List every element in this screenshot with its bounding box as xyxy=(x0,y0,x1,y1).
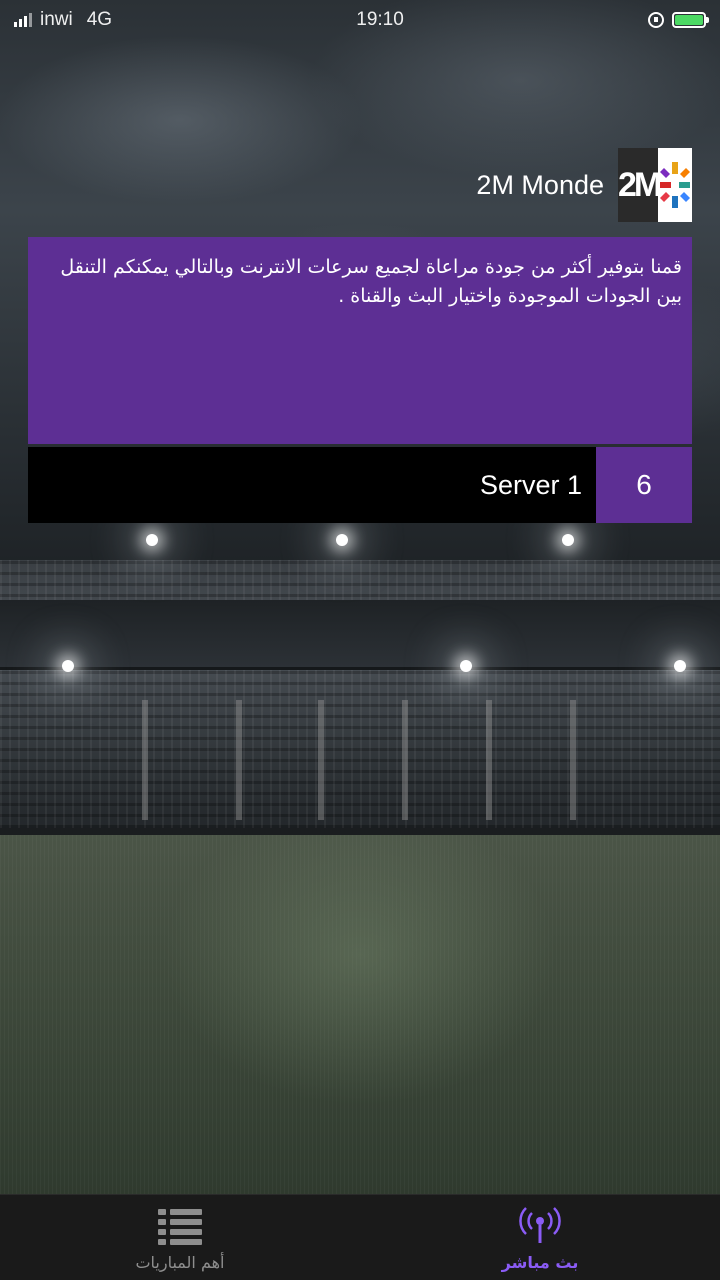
server-number: 6 xyxy=(636,469,652,500)
broadcast-icon xyxy=(518,1207,562,1245)
tab-top-matches[interactable]: أهم المباريات xyxy=(0,1195,360,1280)
server-label: Server 1 xyxy=(479,469,582,500)
status-right xyxy=(647,12,709,28)
list-icon xyxy=(158,1207,202,1245)
stand-aisle xyxy=(486,700,492,820)
description-box: قمنا بتوفير أكثر من جودة مراعاة لجميع سر… xyxy=(28,237,692,444)
2m-star-logo-icon xyxy=(658,148,692,222)
tab-live-broadcast[interactable]: بث مباشر xyxy=(360,1195,720,1280)
floodlight xyxy=(460,660,472,672)
stadium-roof xyxy=(0,600,720,670)
football-pitch xyxy=(0,835,720,1195)
floodlight xyxy=(62,660,74,672)
tab-bar: أهم المباريات بث مباشر xyxy=(0,1194,720,1280)
signal-strength-icon xyxy=(14,13,32,27)
stand-aisle xyxy=(570,700,576,820)
floodlight xyxy=(146,534,158,546)
stand-aisle xyxy=(236,700,242,820)
stand-aisle xyxy=(142,700,148,820)
floodlight xyxy=(336,534,348,546)
server-number-badge: 6 xyxy=(596,447,692,523)
logo-text: 2M xyxy=(618,148,662,222)
description-text: قمنا بتوفير أكثر من جودة مراعاة لجميع سر… xyxy=(60,256,682,307)
channel-header: 2M Monde 2M xyxy=(476,148,692,222)
battery-fill xyxy=(674,15,703,25)
channel-name: 2M Monde xyxy=(476,169,604,200)
channel-logo: 2M xyxy=(618,148,692,222)
status-time: 19:10 xyxy=(356,9,404,30)
battery-icon xyxy=(671,12,709,28)
network-type: 4G xyxy=(86,9,113,30)
carrier-name: inwi xyxy=(40,9,73,30)
tab-label: بث مباشر xyxy=(501,1253,579,1272)
server-row[interactable]: Server 1 6 xyxy=(28,447,692,523)
status-bar: inwi 4G 19:10 xyxy=(0,0,720,40)
rotation-lock-icon xyxy=(647,12,664,28)
floodlight xyxy=(562,534,574,546)
floodlight xyxy=(674,660,686,672)
tab-label: أهم المباريات xyxy=(135,1253,225,1272)
status-left: inwi 4G xyxy=(14,9,112,31)
stand-aisle xyxy=(402,700,408,820)
stand-aisle xyxy=(318,700,324,820)
